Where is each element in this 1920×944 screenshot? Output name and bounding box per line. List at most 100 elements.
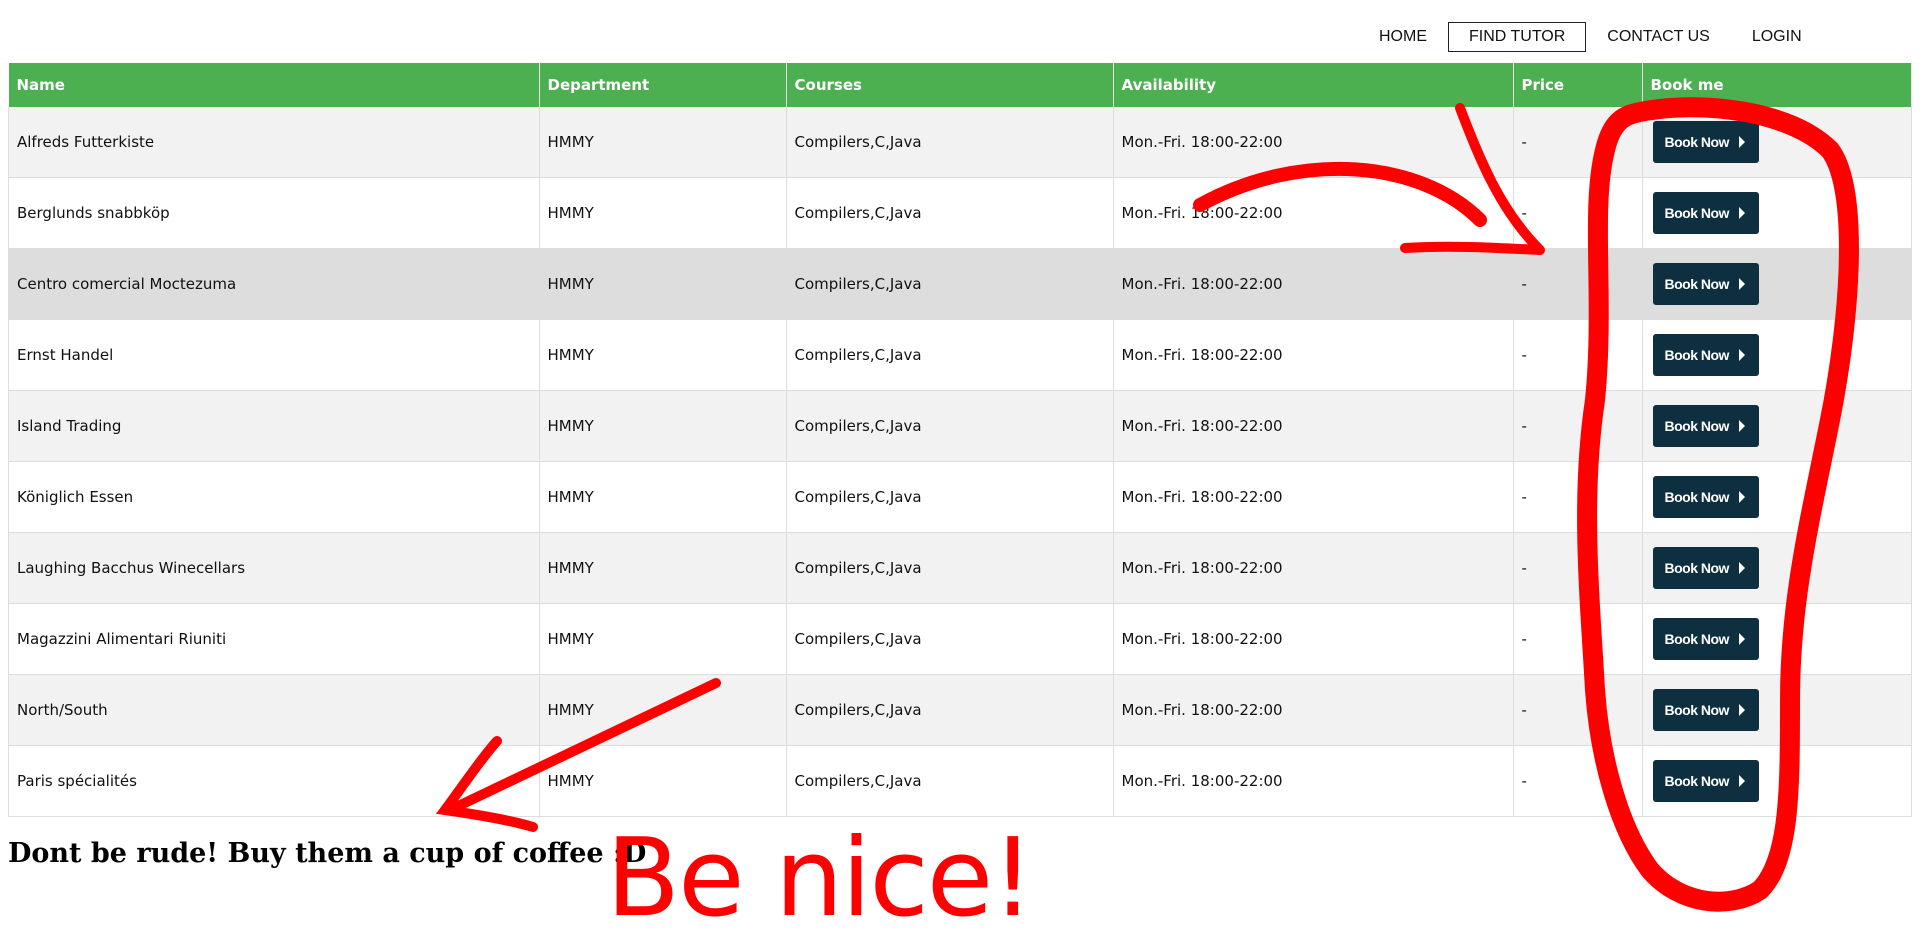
- cell-name: Ernst Handel: [8, 319, 540, 391]
- cell-courses: Compilers,C,Java: [786, 319, 1114, 391]
- table-row: North/South HMMY Compilers,C,Java Mon.-Fri.…: [8, 674, 1912, 746]
- cell-department: HMMY: [539, 107, 787, 178]
- cell-courses: Compilers,C,Java: [786, 248, 1114, 320]
- header-availability: Availability: [1113, 63, 1514, 107]
- cell-availability: Mon.-Fri. 18:00-22:00: [1113, 461, 1514, 533]
- book-now-button[interactable]: Book Now: [1652, 476, 1759, 518]
- book-now-label: Book Now: [1664, 276, 1730, 292]
- cell-book: Book Now: [1642, 532, 1912, 604]
- play-arrow-icon: [1738, 704, 1745, 716]
- book-now-button[interactable]: Book Now: [1652, 334, 1759, 376]
- cell-price: -: [1513, 674, 1643, 746]
- book-now-button[interactable]: Book Now: [1652, 192, 1759, 234]
- book-now-label: Book Now: [1664, 418, 1730, 434]
- table-row: Island Trading HMMY Compilers,C,Java Mon.-F…: [8, 390, 1912, 462]
- table-row: Königlich Essen HMMY Compilers,C,Java Mon.-…: [8, 461, 1912, 533]
- cell-courses: Compilers,C,Java: [786, 745, 1114, 817]
- cell-department: HMMY: [539, 390, 787, 462]
- book-now-button[interactable]: Book Now: [1652, 689, 1759, 731]
- cell-book: Book Now: [1642, 248, 1912, 320]
- cell-name: Island Trading: [8, 390, 540, 462]
- cell-book: Book Now: [1642, 461, 1912, 533]
- book-now-button[interactable]: Book Now: [1652, 405, 1759, 447]
- book-now-button[interactable]: Book Now: [1652, 618, 1759, 660]
- play-arrow-icon: [1738, 420, 1745, 432]
- cell-name: Laughing Bacchus Winecellars: [8, 532, 540, 604]
- cell-price: -: [1513, 745, 1643, 817]
- nav-login[interactable]: LOGIN: [1731, 22, 1823, 52]
- nav-find-tutor[interactable]: FIND TUTOR: [1448, 22, 1587, 52]
- table-body: Alfreds Futterkiste HMMY Compilers,C,Java M…: [8, 107, 1912, 817]
- cell-book: Book Now: [1642, 390, 1912, 462]
- cell-book: Book Now: [1642, 745, 1912, 817]
- header-price: Price: [1513, 63, 1643, 107]
- play-arrow-icon: [1738, 633, 1745, 645]
- play-arrow-icon: [1738, 136, 1745, 148]
- book-now-button[interactable]: Book Now: [1652, 547, 1759, 589]
- cell-book: Book Now: [1642, 603, 1912, 675]
- book-now-label: Book Now: [1664, 489, 1730, 505]
- play-arrow-icon: [1738, 562, 1745, 574]
- cell-courses: Compilers,C,Java: [786, 603, 1114, 675]
- cell-name: Alfreds Futterkiste: [8, 107, 540, 178]
- book-now-button[interactable]: Book Now: [1652, 121, 1759, 163]
- cell-department: HMMY: [539, 603, 787, 675]
- page: HOME FIND TUTOR CONTACT US LOGIN Name De…: [0, 0, 1920, 944]
- cell-price: -: [1513, 461, 1643, 533]
- cell-courses: Compilers,C,Java: [786, 532, 1114, 604]
- table-row: Paris spécialités HMMY Compilers,C,Java Mon…: [8, 745, 1912, 817]
- be-nice-annotation: Be nice!: [606, 816, 1034, 941]
- cell-name: Magazzini Alimentari Riuniti: [8, 603, 540, 675]
- cell-book: Book Now: [1642, 674, 1912, 746]
- cell-department: HMMY: [539, 674, 787, 746]
- cell-department: HMMY: [539, 532, 787, 604]
- header-name: Name: [8, 63, 540, 107]
- cell-price: -: [1513, 603, 1643, 675]
- book-now-button[interactable]: Book Now: [1652, 760, 1759, 802]
- top-nav: HOME FIND TUTOR CONTACT US LOGIN: [1358, 22, 1823, 52]
- book-now-label: Book Now: [1664, 134, 1730, 150]
- cell-courses: Compilers,C,Java: [786, 674, 1114, 746]
- nav-home[interactable]: HOME: [1358, 22, 1448, 52]
- cell-availability: Mon.-Fri. 18:00-22:00: [1113, 390, 1514, 462]
- cell-courses: Compilers,C,Java: [786, 107, 1114, 178]
- cell-department: HMMY: [539, 248, 787, 320]
- play-arrow-icon: [1738, 349, 1745, 361]
- book-now-label: Book Now: [1664, 347, 1730, 363]
- table-row: Centro comercial Moctezuma HMMY Compilers,…: [8, 248, 1912, 320]
- table-header-row: Name Department Courses Availability Pri…: [8, 63, 1912, 107]
- table-row: Ernst Handel HMMY Compilers,C,Java Mon.-Fri…: [8, 319, 1912, 391]
- book-now-label: Book Now: [1664, 205, 1730, 221]
- cell-availability: Mon.-Fri. 18:00-22:00: [1113, 603, 1514, 675]
- cell-price: -: [1513, 390, 1643, 462]
- cell-price: -: [1513, 248, 1643, 320]
- nav-contact-us[interactable]: CONTACT US: [1586, 22, 1731, 52]
- cell-availability: Mon.-Fri. 18:00-22:00: [1113, 745, 1514, 817]
- cell-name: Königlich Essen: [8, 461, 540, 533]
- book-now-label: Book Now: [1664, 560, 1730, 576]
- book-now-button[interactable]: Book Now: [1652, 263, 1759, 305]
- play-arrow-icon: [1738, 775, 1745, 787]
- cell-availability: Mon.-Fri. 18:00-22:00: [1113, 107, 1514, 178]
- coffee-message: Dont be rude! Buy them a cup of coffee :…: [8, 838, 647, 869]
- table-row: Laughing Bacchus Winecellars HMMY Compiler…: [8, 532, 1912, 604]
- table-row: Alfreds Futterkiste HMMY Compilers,C,Java M…: [8, 107, 1912, 178]
- cell-availability: Mon.-Fri. 18:00-22:00: [1113, 177, 1514, 249]
- cell-name: Berglunds snabbköp: [8, 177, 540, 249]
- cell-name: North/South: [8, 674, 540, 746]
- table-row: Magazzini Alimentari Riuniti HMMY Compiler…: [8, 603, 1912, 675]
- cell-name: Centro comercial Moctezuma: [8, 248, 540, 320]
- cell-department: HMMY: [539, 319, 787, 391]
- cell-courses: Compilers,C,Java: [786, 177, 1114, 249]
- header-courses: Courses: [786, 63, 1114, 107]
- header-book-me: Book me: [1642, 63, 1912, 107]
- cell-courses: Compilers,C,Java: [786, 461, 1114, 533]
- table-row: Berglunds snabbköp HMMY Compilers,C,Java Mo…: [8, 177, 1912, 249]
- cell-price: -: [1513, 319, 1643, 391]
- play-arrow-icon: [1738, 278, 1745, 290]
- cell-price: -: [1513, 107, 1643, 178]
- cell-price: -: [1513, 177, 1643, 249]
- play-arrow-icon: [1738, 207, 1745, 219]
- tutor-table: Name Department Courses Availability Pri…: [8, 63, 1912, 817]
- book-now-label: Book Now: [1664, 702, 1730, 718]
